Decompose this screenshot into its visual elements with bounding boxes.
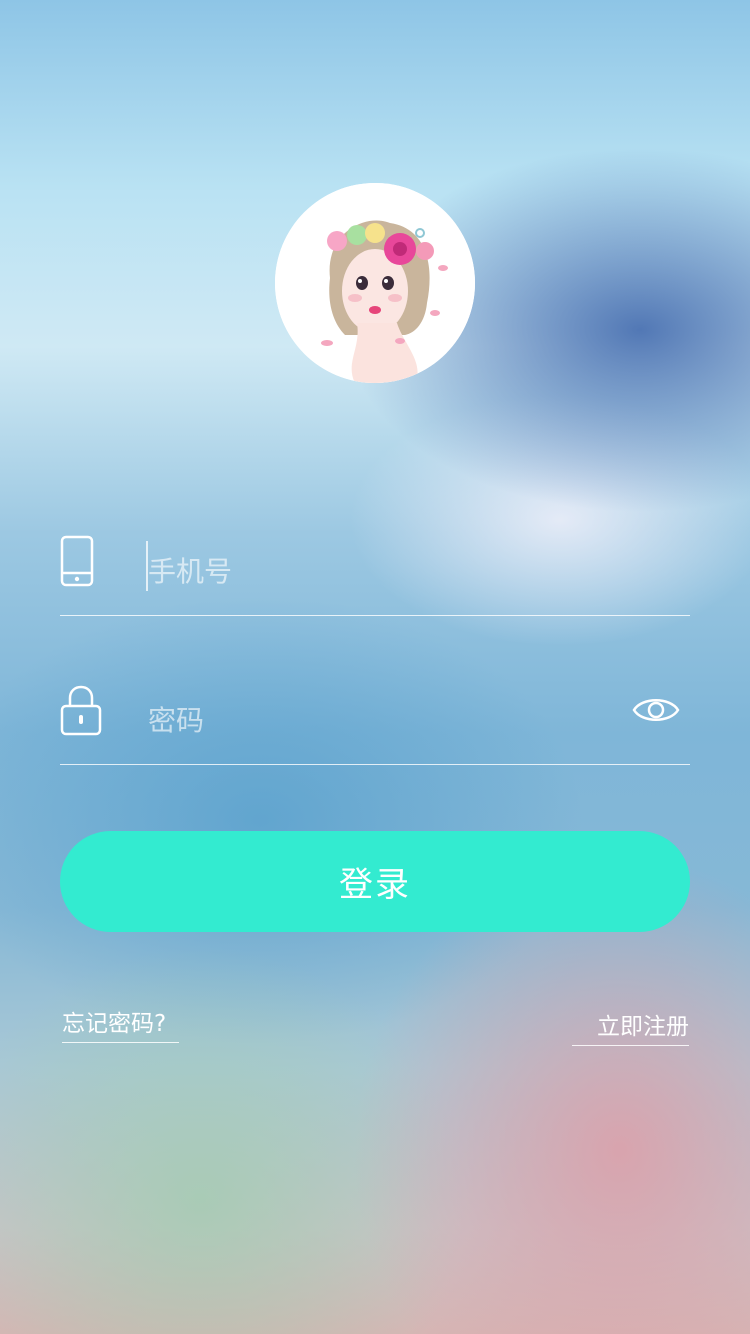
- forgot-password-link[interactable]: 忘记密码?: [62, 1004, 179, 1043]
- phone-number-input[interactable]: [148, 545, 598, 597]
- mobile-phone-icon: [60, 535, 94, 591]
- register-link[interactable]: 立即注册: [572, 1007, 689, 1046]
- eye-icon[interactable]: [632, 692, 680, 732]
- phone-field: [60, 535, 690, 616]
- avatar-illustration: [275, 183, 475, 383]
- avatar[interactable]: [275, 183, 475, 383]
- lock-icon: [60, 684, 102, 740]
- login-button[interactable]: 登录: [60, 831, 690, 932]
- password-input[interactable]: [148, 694, 598, 746]
- password-field: [60, 684, 690, 765]
